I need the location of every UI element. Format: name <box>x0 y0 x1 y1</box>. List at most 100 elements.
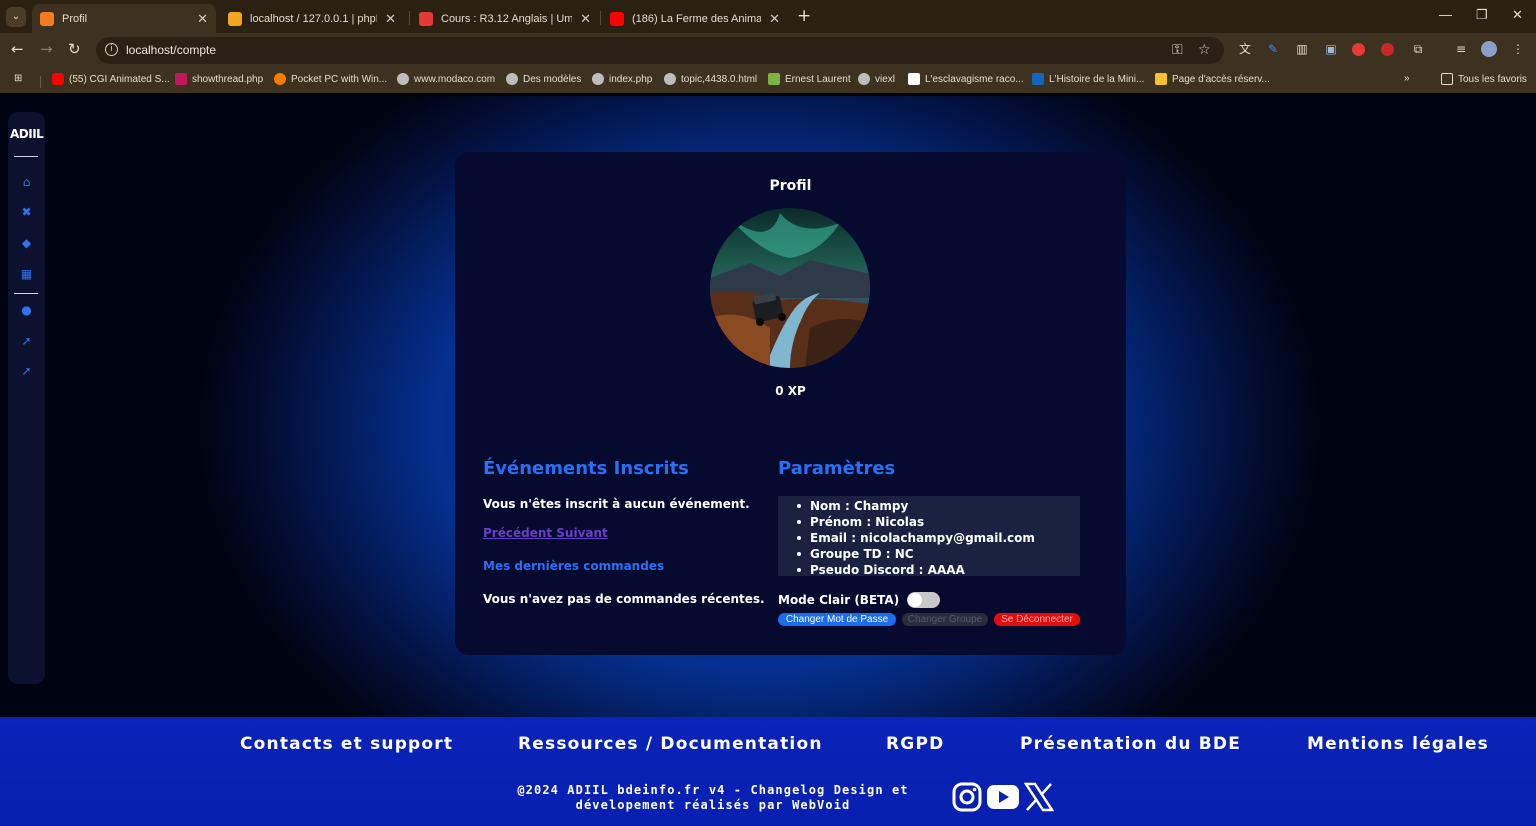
diamond-icon[interactable]: ◆ <box>19 236 34 251</box>
settings-heading: Paramètres <box>778 458 896 479</box>
v-logo-icon <box>768 73 780 85</box>
bookmark-item[interactable]: Des modèles <box>506 73 581 85</box>
instagram-icon[interactable] <box>952 782 982 812</box>
events-heading: Événements Inscrits <box>483 458 689 479</box>
rocket-icon[interactable]: ➚ <box>19 334 34 349</box>
events-pagination-link[interactable]: Précédent Suivant <box>483 526 608 540</box>
forward-arrow-icon[interactable]: → <box>40 40 53 58</box>
site-logo-icon <box>1032 73 1044 85</box>
settings-item-name: Nom : Champy <box>792 498 1080 514</box>
minimize-icon[interactable]: — <box>1439 7 1452 22</box>
logout-button[interactable]: Se Déconnecter <box>994 613 1080 626</box>
tab-phpmyadmin[interactable]: localhost / 127.0.0.1 | phpMyAd ✕ <box>220 4 404 33</box>
copyright-line: dévelopement réalisés par WebVoid <box>575 798 851 812</box>
bookmark-item[interactable]: showthread.php <box>175 73 263 85</box>
profile-avatar[interactable] <box>710 208 870 368</box>
apps-grid-icon[interactable]: ⊞ <box>14 73 22 84</box>
tab-profil[interactable]: Profil ✕ <box>32 4 216 33</box>
rocket-icon[interactable]: ➚ <box>19 364 34 379</box>
home-icon[interactable]: ⌂ <box>19 175 34 190</box>
bookmark-item[interactable]: www.modaco.com <box>397 73 495 85</box>
bookmark-item[interactable]: L'Histoire de la Mini... <box>1032 73 1144 85</box>
new-tab-plus-icon[interactable]: + <box>797 6 811 26</box>
bookmark-star-icon[interactable]: ☆ <box>1198 42 1211 58</box>
translate-extension-icon[interactable]: 文 <box>1237 41 1253 57</box>
footer-copyright: @2024 ADIIL bdeinfo.fr v4 - Changelog De… <box>505 783 921 813</box>
block-extension-icon[interactable] <box>1381 43 1394 56</box>
screenshot-extension-icon[interactable]: ▣ <box>1323 41 1339 57</box>
footer-link-resources[interactable]: Ressources / Documentation <box>518 734 823 754</box>
user-icon[interactable]: ● <box>19 303 34 318</box>
tab-title: localhost / 127.0.0.1 | phpMyAd <box>250 12 377 25</box>
close-tab-icon[interactable]: ✕ <box>769 11 780 27</box>
bookmark-item[interactable]: index.php <box>592 73 652 85</box>
xp-counter: 0 XP <box>775 384 806 398</box>
youtube-icon[interactable] <box>987 785 1019 809</box>
password-key-icon[interactable]: ⚿ <box>1172 42 1183 58</box>
footer-link-bde[interactable]: Présentation du BDE <box>1020 734 1241 754</box>
trash-extension-icon[interactable]: ▥ <box>1294 41 1310 57</box>
footer-link-legal[interactable]: Mentions légales <box>1307 734 1489 754</box>
pen-extension-icon[interactable]: ✎ <box>1265 41 1281 57</box>
close-tab-icon[interactable]: ✕ <box>580 11 591 27</box>
footer-link-contacts[interactable]: Contacts et support <box>240 734 453 754</box>
globe-icon <box>397 73 409 85</box>
footer-link-rgpd[interactable]: RGPD <box>886 734 944 754</box>
orders-link[interactable]: Mes dernières commandes <box>483 559 664 573</box>
youtube-icon <box>52 73 64 85</box>
all-bookmarks-folder[interactable]: Tous les favoris <box>1441 73 1527 85</box>
change-group-button[interactable]: Changer Groupe <box>902 613 988 626</box>
x-twitter-icon[interactable] <box>1024 782 1054 812</box>
bookmark-item[interactable]: L'esclavagisme raco... <box>908 73 1024 85</box>
sidebar: ADIIL ⌂ ✖ ◆ ▦ ● ➚ ➚ <box>8 112 45 684</box>
bookmark-item[interactable]: (55) CGI Animated S... <box>52 73 170 85</box>
extensions-puzzle-icon[interactable]: ⧉ <box>1410 41 1426 57</box>
bookmark-item[interactable]: topic,4438.0.html <box>664 73 757 85</box>
tab-divider <box>409 11 410 25</box>
bookmarks-bar: ⊞ (55) CGI Animated S... showthread.php … <box>0 67 1536 93</box>
profile-card: Profil 0 XP Événements Inscrits Vous n'ê… <box>455 152 1126 655</box>
more-bookmarks-chevron-icon[interactable]: » <box>1404 73 1410 84</box>
url-text[interactable]: localhost/compte <box>126 43 216 57</box>
tab-youtube[interactable]: (186) La Ferme des Animaux (19 ✕ <box>602 4 788 33</box>
settings-info-box: Nom : Champy Prénom : Nicolas Email : ni… <box>778 496 1080 577</box>
reading-list-icon[interactable]: ≡ <box>1453 41 1469 57</box>
tab-search-chevron-icon[interactable]: ⌄ <box>6 7 26 27</box>
settings-item-email: Email : nicolachampy@gmail.com <box>792 530 1080 546</box>
close-window-icon[interactable]: ✕ <box>1512 7 1523 23</box>
bookmarks-divider <box>40 76 41 88</box>
browser-toolbar: ← → ↻ i localhost/compte ⚿ ☆ 文 ✎ ▥ ▣ ⧉ ≡… <box>0 33 1536 67</box>
tab-umtice[interactable]: Cours : R3.12 Anglais | Umtice ✕ <box>411 4 599 33</box>
youtube-favicon-icon <box>610 11 624 26</box>
site-icon <box>274 73 286 85</box>
light-mode-toggle[interactable] <box>907 592 940 608</box>
tools-icon[interactable]: ✖ <box>19 205 34 220</box>
avatar-landscape-image <box>710 208 870 368</box>
adiil-logo[interactable]: ADIIL <box>10 127 44 141</box>
change-password-button[interactable]: Changer Mot de Passe <box>778 613 896 626</box>
profile-avatar-icon[interactable] <box>1481 41 1497 57</box>
copyright-line: @2024 ADIIL bdeinfo.fr v4 - Changelog De… <box>517 783 909 797</box>
events-empty-message: Vous n'êtes inscrit à aucun événement. <box>483 497 750 511</box>
folder-icon <box>1441 73 1453 85</box>
calendar-icon[interactable]: ▦ <box>19 267 34 282</box>
tab-favicon-icon <box>40 11 54 26</box>
globe-icon <box>664 73 676 85</box>
back-arrow-icon[interactable]: ← <box>11 40 24 58</box>
tab-divider <box>600 11 601 25</box>
light-mode-label: Mode Clair (BETA) <box>778 593 900 607</box>
red-extension-icon[interactable] <box>1352 43 1365 56</box>
bookmark-item[interactable]: Ernest Laurent <box>768 73 851 85</box>
bookmark-item[interactable]: viexl <box>858 73 895 85</box>
restore-icon[interactable]: ❐ <box>1476 7 1488 23</box>
site-info-icon[interactable]: i <box>105 43 118 56</box>
browser-menu-icon[interactable]: ⋮ <box>1510 41 1526 57</box>
globe-icon <box>506 73 518 85</box>
close-tab-icon[interactable]: ✕ <box>385 11 396 27</box>
address-bar[interactable]: i localhost/compte ⚿ ☆ <box>96 37 1224 64</box>
bookmark-item[interactable]: Pocket PC with Win... <box>274 73 387 85</box>
browser-tab-bar: ⌄ Profil ✕ localhost / 127.0.0.1 | phpMy… <box>0 0 1536 33</box>
bookmark-item[interactable]: Page d'accès réserv... <box>1155 73 1270 85</box>
close-tab-icon[interactable]: ✕ <box>197 11 208 27</box>
reload-icon[interactable]: ↻ <box>68 40 81 58</box>
